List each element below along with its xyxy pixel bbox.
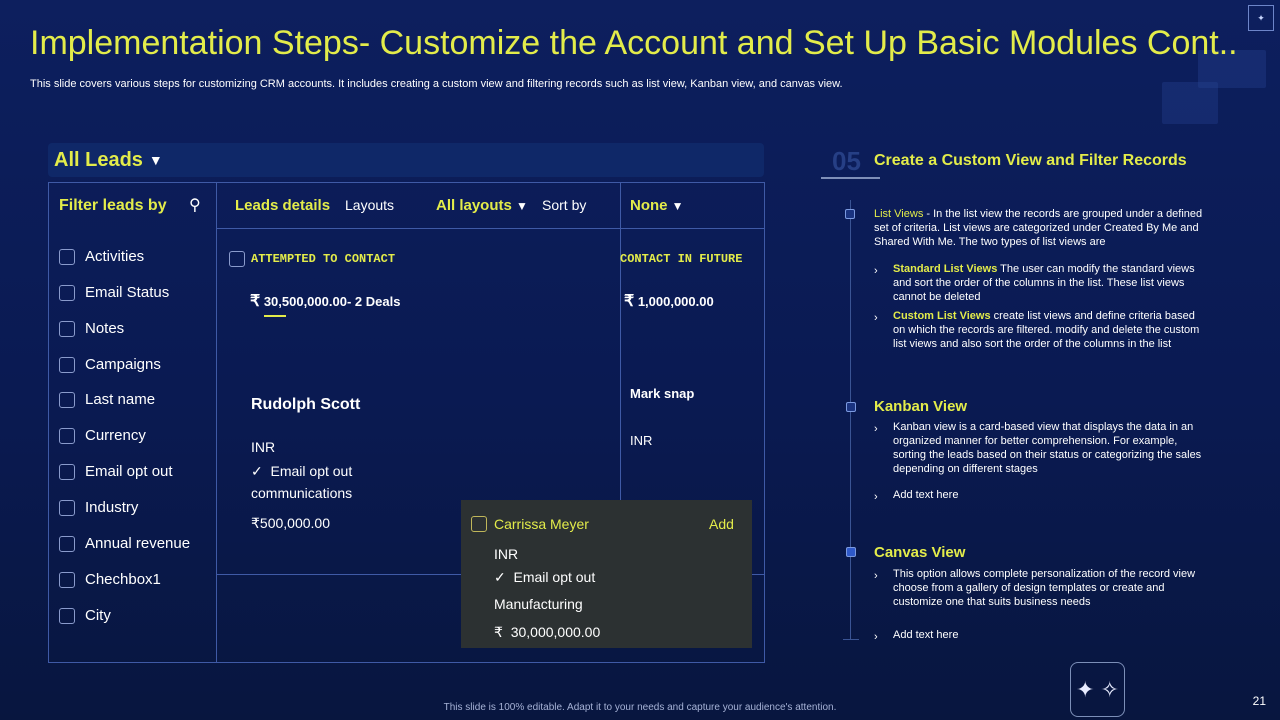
decor-square: [1162, 82, 1218, 124]
custom-list-views-text: Custom List Views create list views and …: [893, 310, 1200, 350]
card-checkbox[interactable]: [471, 516, 487, 532]
kanban-text: Kanban view is a card-based view that di…: [893, 421, 1202, 475]
checkbox[interactable]: [59, 535, 75, 552]
checkbox[interactable]: [59, 284, 75, 301]
kanban-title: Kanban View: [874, 398, 968, 415]
all-layouts-dropdown[interactable]: All layouts ▼: [436, 197, 528, 214]
search-icon[interactable]: ⚲: [189, 195, 201, 215]
timeline-line: [850, 200, 851, 640]
sort-by-label: Sort by: [542, 197, 587, 213]
card-currency: INR: [494, 546, 519, 562]
all-leads-label: All Leads: [54, 148, 143, 171]
card-name: Carrissa Meyer: [494, 516, 589, 532]
dragged-lead-card[interactable]: Carrissa Meyer Add INR ✓ Email opt out M…: [461, 500, 752, 648]
all-leads-dropdown[interactable]: All Leads ▼: [48, 143, 764, 177]
card-amount: ₹ 30,000,000.00: [494, 624, 601, 640]
checkbox[interactable]: [59, 320, 75, 337]
lead-name-rudolph[interactable]: Rudolph Scott: [251, 396, 360, 414]
bullet-icon: ›: [874, 312, 878, 324]
select-column-checkbox[interactable]: [229, 251, 245, 267]
filter-item-annual-revenue[interactable]: Annual revenue: [59, 535, 190, 552]
bullet-icon: ›: [874, 491, 878, 503]
filter-item-campaigns[interactable]: Campaigns: [59, 356, 161, 373]
step-number: 05: [832, 146, 861, 176]
step-title: Create a Custom View and Filter Records: [874, 152, 1187, 169]
lead-currency: INR: [251, 439, 276, 455]
checkbox[interactable]: [59, 427, 75, 444]
slide-subtitle: This slide covers various steps for cust…: [30, 78, 843, 90]
page-number: 21: [1252, 694, 1266, 708]
filter-item-city[interactable]: City: [59, 607, 111, 624]
lead-email-opt-line2: communications: [251, 485, 353, 501]
layouts-label: Layouts: [345, 197, 395, 213]
caret-down-icon: ▼: [671, 199, 684, 213]
sparkle-icon: ✦: [1248, 5, 1274, 31]
timeline-end: [843, 639, 859, 640]
rupee-icon: ₹: [494, 624, 503, 640]
kanban-add-text[interactable]: Add text here: [893, 488, 1203, 502]
filter-item-last-name[interactable]: Last name: [59, 391, 155, 408]
timeline-dot: [846, 402, 856, 412]
canvas-text: This option allows complete personalizat…: [893, 568, 1196, 608]
lead-email-opt: ✓ Email opt out: [251, 463, 353, 479]
column-amount-attempted: ₹ 30,500,000.00- 2 Deals: [250, 293, 401, 310]
rupee-icon: ₹: [624, 293, 635, 310]
filter-item-email-opt-out[interactable]: Email opt out: [59, 463, 173, 480]
card-email-opt: ✓ Email opt out: [494, 569, 596, 585]
slide-title: Implementation Steps- Customize the Acco…: [30, 24, 1238, 62]
column-header-contact-future: CONTACT IN FUTURE: [620, 252, 743, 266]
filter-item-currency[interactable]: Currency: [59, 427, 146, 444]
timeline-dot: [845, 209, 855, 219]
filter-item-chechbox1[interactable]: Chechbox1: [59, 571, 161, 588]
standard-list-views-text: Standard List Views The user can modify …: [893, 263, 1195, 303]
checkbox[interactable]: [59, 571, 75, 588]
rupee-icon: ₹: [250, 293, 261, 310]
checkbox[interactable]: [59, 391, 75, 408]
bullet-icon: ›: [874, 570, 878, 582]
bullet-icon: ›: [874, 631, 878, 643]
lead-amount: ₹500,000.00: [251, 515, 330, 531]
checkbox[interactable]: [59, 248, 75, 265]
filter-item-notes[interactable]: Notes: [59, 320, 124, 337]
check-icon: ✓: [494, 569, 506, 585]
add-button[interactable]: Add: [709, 516, 734, 532]
lead-currency: INR: [630, 433, 653, 448]
checkbox[interactable]: [59, 356, 75, 373]
checkbox[interactable]: [59, 499, 75, 516]
caret-down-icon: ▼: [148, 152, 163, 168]
lead-name-mark[interactable]: Mark snap: [630, 386, 694, 401]
checkbox[interactable]: [59, 607, 75, 624]
filter-item-industry[interactable]: Industry: [59, 499, 138, 516]
rupee-icon: ₹: [251, 515, 260, 531]
column-header-attempted: ATTEMPTED TO CONTACT: [251, 252, 396, 266]
timeline-dot: [846, 547, 856, 557]
bullet-icon: ›: [874, 423, 878, 435]
slide-footer: This slide is 100% editable. Adapt it to…: [443, 702, 837, 713]
underline-accent: [264, 315, 286, 317]
step-underline: [821, 177, 880, 179]
canvas-add-text[interactable]: Add text here: [893, 628, 1203, 642]
filter-item-email-status[interactable]: Email Status: [59, 284, 169, 301]
canvas-title: Canvas View: [874, 544, 966, 561]
column-amount-future: ₹ 1,000,000.00: [624, 293, 714, 310]
checkbox[interactable]: [59, 463, 75, 480]
leads-details-tab[interactable]: Leads details: [235, 197, 330, 214]
filter-leads-header: Filter leads by: [59, 197, 167, 214]
list-views-text: List Views - In the list view the record…: [874, 208, 1203, 248]
sort-none-dropdown[interactable]: None ▼: [630, 197, 684, 214]
caret-down-icon: ▼: [516, 199, 528, 213]
card-industry: Manufacturing: [494, 596, 583, 612]
bullet-icon: ›: [874, 265, 878, 277]
filter-item-activities[interactable]: Activities: [59, 248, 144, 265]
check-icon: ✓: [251, 463, 263, 479]
